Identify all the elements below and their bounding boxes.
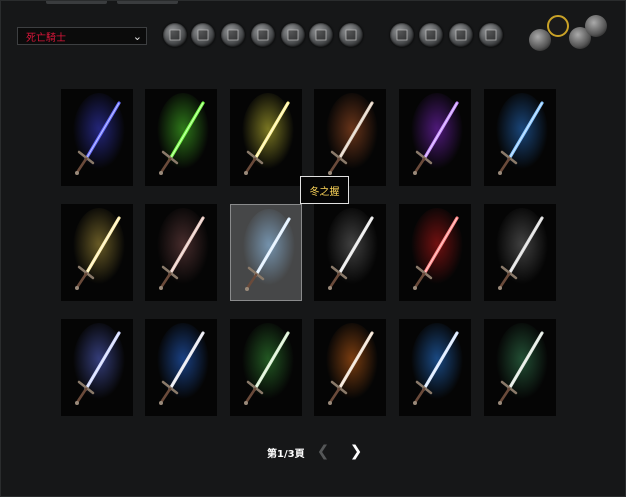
appearance-tile[interactable]: [230, 204, 302, 301]
transmog-panel: 死亡騎士 ⌄ 冬之握 第1/3頁 ❮ ❯: [0, 0, 626, 497]
chevron-down-icon: ⌄: [132, 29, 142, 43]
sword-icon: [157, 208, 209, 290]
shirt-icon[interactable]: [281, 23, 305, 47]
sword-icon: [73, 208, 125, 290]
appearance-tile[interactable]: [484, 204, 556, 301]
appearance-tile[interactable]: [230, 89, 302, 186]
chevron-left-icon[interactable]: ❮: [315, 442, 331, 460]
sword-icon: [496, 208, 548, 290]
axe-icon[interactable]: [547, 15, 569, 37]
sword-icon: [157, 93, 209, 175]
legs-icon[interactable]: [449, 23, 473, 47]
sword-icon: [73, 323, 125, 405]
tab-stub[interactable]: [117, 1, 178, 4]
appearance-tile[interactable]: [484, 319, 556, 416]
appearance-tile[interactable]: [61, 89, 133, 186]
belt-icon[interactable]: [419, 23, 443, 47]
sword-icon: [243, 209, 295, 291]
sword-icon: [242, 323, 294, 405]
shoulders-icon[interactable]: [191, 23, 215, 47]
appearance-tooltip: 冬之握: [300, 176, 349, 204]
page-indicator: 第1/3頁: [267, 449, 305, 460]
appearance-tile[interactable]: [145, 204, 217, 301]
cloak-icon[interactable]: [221, 23, 245, 47]
sword-icon: [157, 323, 209, 405]
sword-icon: [496, 323, 548, 405]
appearance-tile[interactable]: [145, 319, 217, 416]
appearance-tile[interactable]: [61, 204, 133, 301]
chevron-right-icon[interactable]: ❯: [348, 442, 364, 460]
sword-icon: [326, 93, 378, 175]
appearance-tile[interactable]: [314, 204, 386, 301]
appearance-tile[interactable]: [399, 204, 471, 301]
tabard-icon[interactable]: [309, 23, 333, 47]
chest-icon[interactable]: [251, 23, 275, 47]
bracers-icon[interactable]: [339, 23, 363, 47]
appearance-tile[interactable]: [399, 89, 471, 186]
appearance-tile[interactable]: [484, 89, 556, 186]
gloves-icon[interactable]: [390, 23, 414, 47]
sword-icon: [496, 93, 548, 175]
sword-icon[interactable]: [529, 29, 551, 51]
mace-icon[interactable]: [585, 15, 607, 37]
sword-icon: [73, 93, 125, 175]
boots-icon[interactable]: [479, 23, 503, 47]
class-dropdown-value: 死亡騎士: [26, 32, 66, 44]
sword-icon: [411, 208, 463, 290]
class-dropdown[interactable]: 死亡騎士 ⌄: [17, 27, 147, 45]
appearance-tile[interactable]: [314, 89, 386, 186]
helmet-icon[interactable]: [163, 23, 187, 47]
sword-icon: [326, 208, 378, 290]
appearance-tile[interactable]: [314, 319, 386, 416]
appearance-tile[interactable]: [230, 319, 302, 416]
sword-icon: [411, 93, 463, 175]
sword-icon: [242, 93, 294, 175]
tab-stub[interactable]: [46, 1, 107, 4]
appearance-tile[interactable]: [145, 89, 217, 186]
sword-icon: [326, 323, 378, 405]
appearance-tile[interactable]: [399, 319, 471, 416]
sword-icon: [411, 323, 463, 405]
appearance-tile[interactable]: [61, 319, 133, 416]
